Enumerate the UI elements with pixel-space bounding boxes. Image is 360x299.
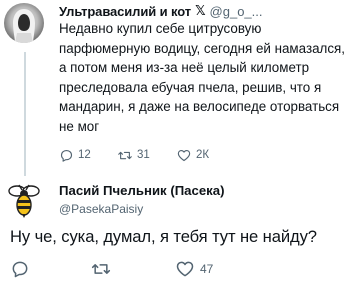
hooded-figure-icon: [13, 9, 35, 43]
author-name[interactable]: Ультравасилий и кот: [59, 4, 191, 19]
original-tweet: Ультравасилий и кот 𝕏 @g_o_... Недавно к…: [0, 0, 360, 176]
reply-icon: [12, 261, 28, 278]
retweet-button[interactable]: 31: [117, 148, 150, 163]
reply-tweet-actions: 47: [0, 257, 360, 281]
avatar[interactable]: [4, 3, 44, 43]
heart-icon: [177, 149, 191, 161]
like-button[interactable]: 47: [174, 259, 213, 279]
reply-button[interactable]: 12: [59, 148, 91, 163]
reply-author-handle[interactable]: @PasekaPaisiy: [59, 202, 143, 216]
x-logo-icon: 𝕏: [195, 3, 206, 18]
reply-button[interactable]: [10, 259, 30, 279]
retweet-count: 31: [137, 149, 150, 161]
tweet-text: Недавно купил себе цитрусовую парфюмерну…: [59, 21, 346, 134]
retweet-icon: [91, 264, 111, 274]
reply-icon: [60, 149, 73, 162]
thread-connector-line: [24, 52, 26, 176]
retweet-icon: [118, 151, 132, 159]
retweet-button[interactable]: [90, 259, 112, 279]
reply-tweet-text: Ну че, сука, думал, я тебя тут не найду?: [10, 227, 317, 246]
tweet-header: Ультравасилий и кот 𝕏 @g_o_...: [59, 2, 263, 20]
bee-avatar[interactable]: [4, 180, 44, 220]
heart-icon: [176, 261, 194, 277]
like-button[interactable]: 2К: [176, 148, 209, 163]
reply-count: 12: [78, 149, 91, 161]
reply-author-name[interactable]: Пасий Пчельник (Пасека): [59, 183, 225, 198]
bee-icon: [8, 184, 40, 218]
like-count: 47: [200, 262, 214, 276]
author-handle[interactable]: @g_o_...: [210, 4, 263, 19]
like-count: 2К: [196, 149, 210, 161]
